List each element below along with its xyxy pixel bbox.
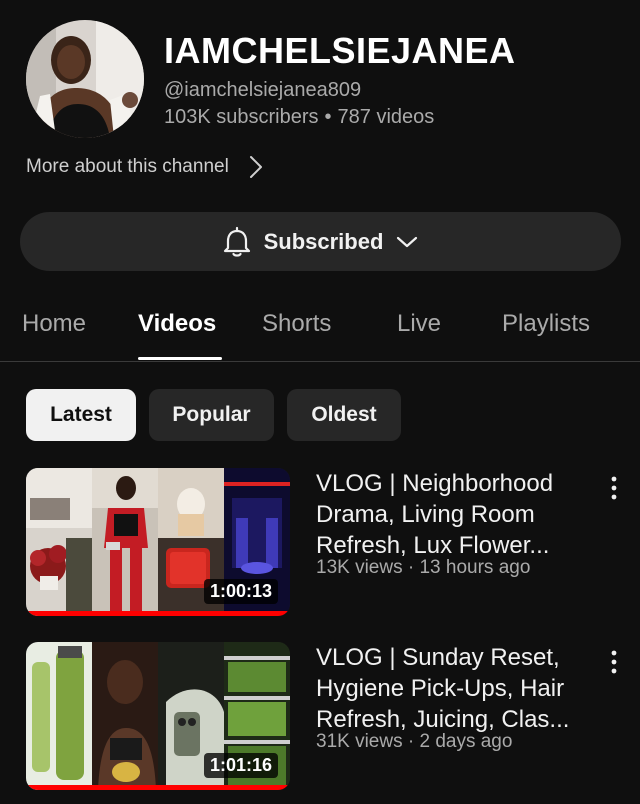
- bell-icon: [223, 226, 250, 257]
- chevron-down-icon: [397, 236, 418, 247]
- video-duration: 1:00:13: [203, 579, 278, 604]
- video-metadata: 13K views · 13 hours ago: [316, 557, 531, 578]
- more-about-channel-link[interactable]: More about this channel: [26, 155, 263, 179]
- stats-separator: •: [324, 106, 332, 128]
- filter-chip-popular[interactable]: Popular: [149, 389, 274, 441]
- channel-handle: @iamchelsiejanea809: [164, 79, 362, 101]
- channel-page: IAMCHELSIEJANEA @iamchelsiejanea809 103K…: [0, 0, 640, 804]
- video-thumbnail[interactable]: 1:01:16: [26, 642, 290, 790]
- chevron-right-icon: [249, 156, 262, 178]
- video-thumbnail[interactable]: 1:00:13: [26, 468, 290, 616]
- filter-chip-oldest[interactable]: Oldest: [287, 389, 401, 441]
- video-item[interactable]: 1:01:16 VLOG | Sunday Reset, Hygiene Pic…: [0, 642, 640, 792]
- tab-live[interactable]: Live: [397, 310, 441, 338]
- tab-playlists[interactable]: Playlists: [502, 310, 590, 338]
- subscribed-label: Subscribed: [263, 228, 384, 254]
- tab-videos[interactable]: Videos: [138, 310, 216, 338]
- channel-name: IAMCHELSIEJANEA: [164, 30, 516, 71]
- subscriber-count: 103K subscribers: [164, 106, 319, 128]
- more-vertical-icon: [611, 650, 617, 674]
- filter-chip-latest[interactable]: Latest: [26, 389, 136, 441]
- video-item[interactable]: 1:00:13 VLOG | Neighborhood Drama, Livin…: [0, 468, 640, 618]
- video-title[interactable]: VLOG | Neighborhood Drama, Living Room R…: [316, 468, 586, 561]
- avatar-image: [26, 20, 144, 138]
- watch-progress-bar: [26, 785, 290, 790]
- watch-progress-bar: [26, 611, 290, 616]
- video-metadata: 31K views · 2 days ago: [316, 731, 513, 752]
- video-title[interactable]: VLOG | Sunday Reset, Hygiene Pick-Ups, H…: [316, 642, 586, 735]
- channel-avatar[interactable]: [26, 20, 144, 138]
- more-vertical-icon: [611, 476, 617, 500]
- more-options-button[interactable]: [604, 648, 624, 676]
- channel-tabs: Home Videos Shorts Live Playlists: [0, 290, 640, 362]
- channel-stats: 103K subscribers • 787 videos: [164, 106, 434, 129]
- more-about-label: More about this channel: [26, 156, 229, 177]
- active-tab-indicator: [138, 357, 222, 360]
- subscribed-button[interactable]: Subscribed: [20, 212, 621, 271]
- tab-shorts[interactable]: Shorts: [262, 310, 331, 338]
- more-options-button[interactable]: [604, 474, 624, 502]
- tab-home[interactable]: Home: [22, 310, 86, 338]
- video-duration: 1:01:16: [203, 753, 278, 778]
- video-count: 787 videos: [337, 106, 435, 128]
